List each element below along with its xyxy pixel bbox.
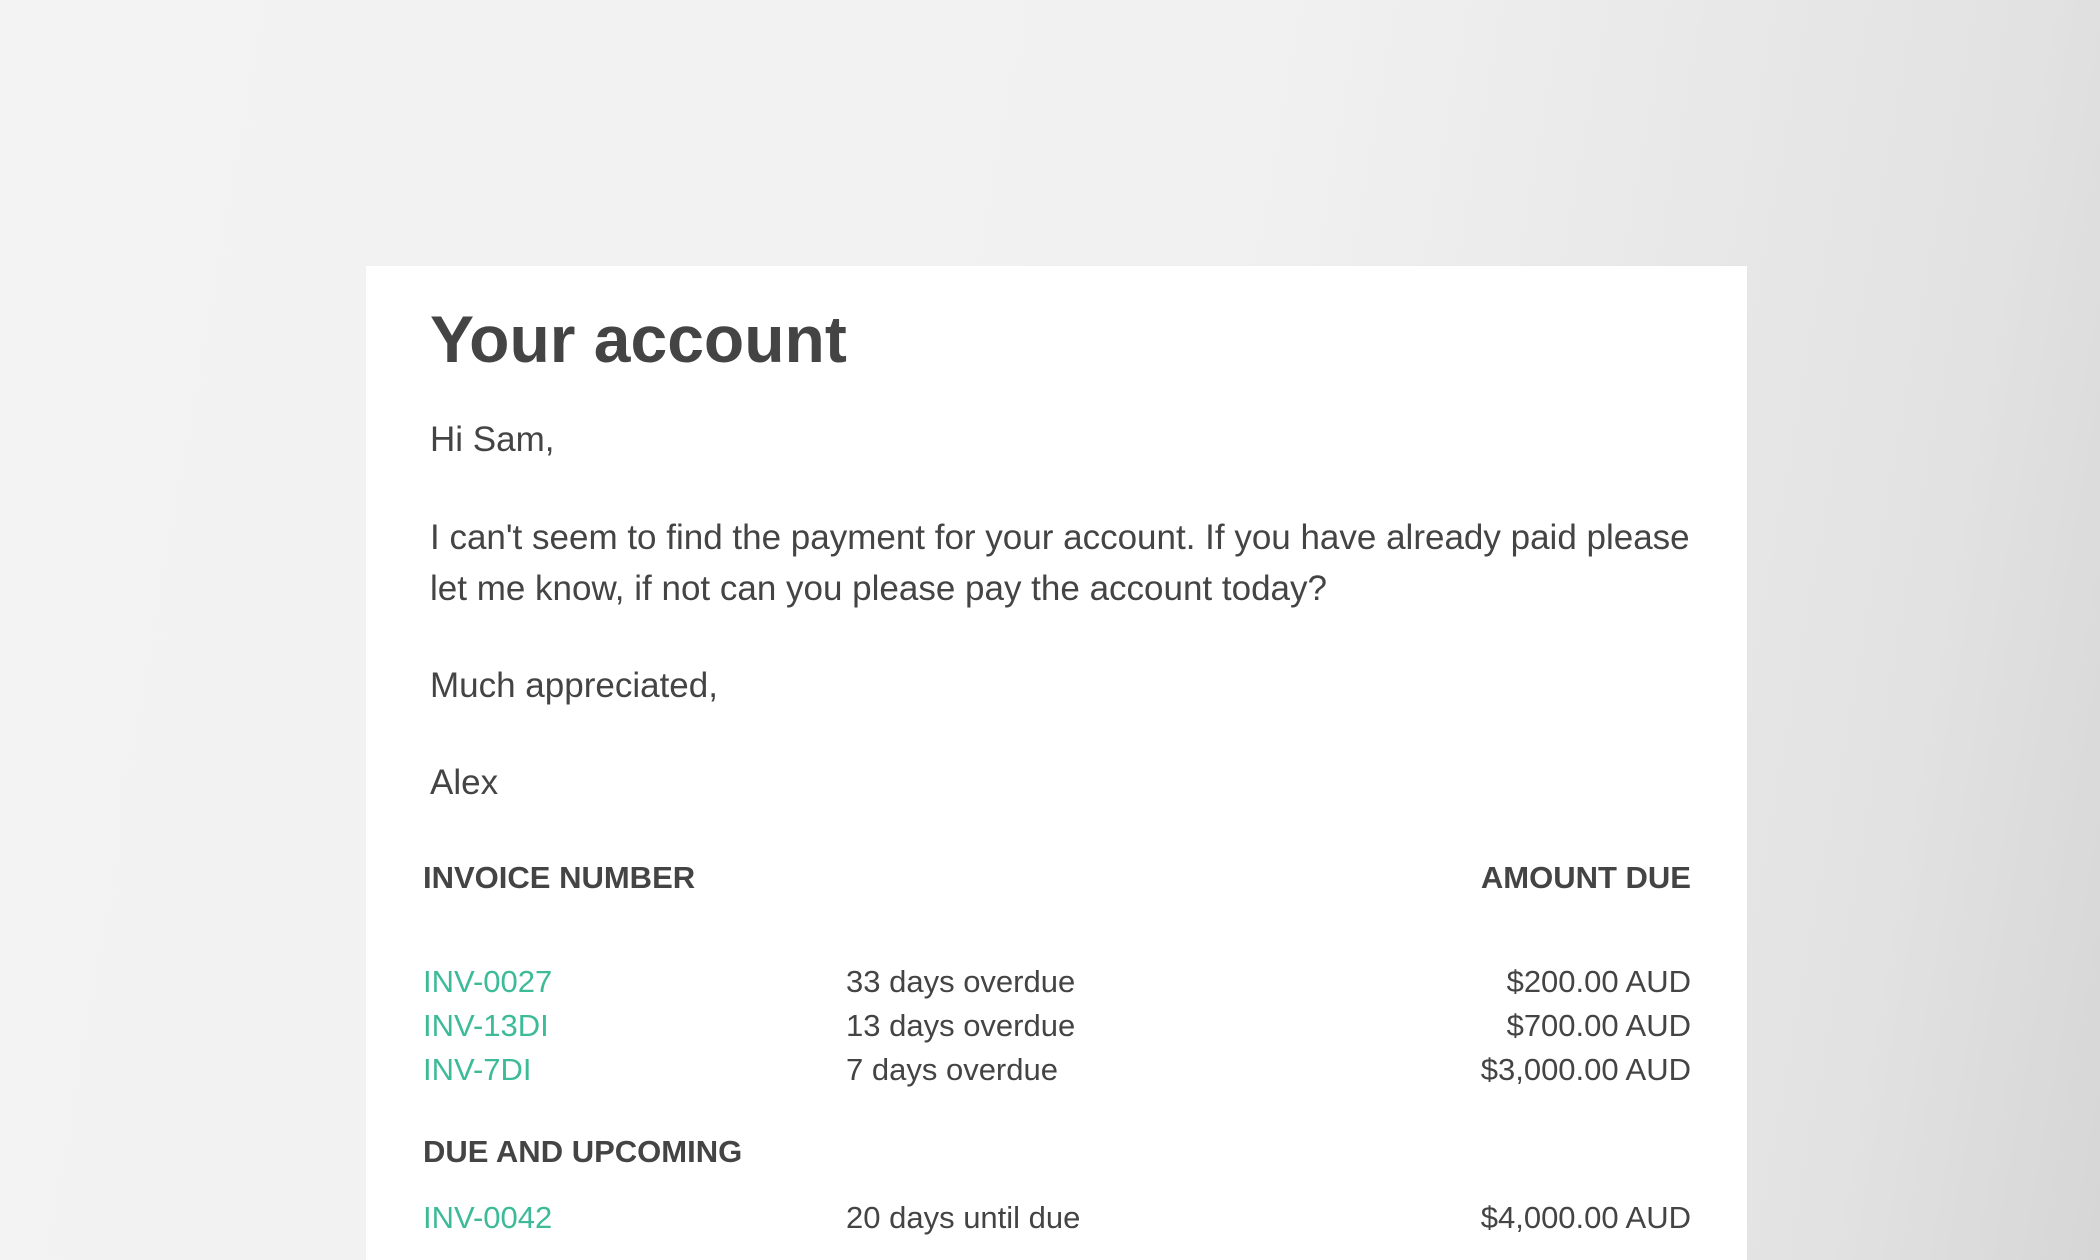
invoice-link[interactable]: INV-0027 — [423, 960, 552, 1004]
amount-due-header: AMOUNT DUE — [1480, 860, 1691, 895]
table-row: INV-0027 33 days overdue $200.00 AUD — [423, 960, 1691, 1004]
email-card: Your account Hi Sam, I can't seem to fin… — [366, 266, 1747, 1260]
table-row: INV-0042 20 days until due $4,000.00 AUD — [423, 1196, 1691, 1240]
invoice-amount: $4,000.00 AUD — [1480, 1200, 1691, 1235]
table-row: INV-13DI 13 days overdue $700.00 AUD — [423, 1004, 1691, 1048]
invoice-status: 20 days until due — [846, 1200, 1081, 1235]
invoice-number-header: INVOICE NUMBER — [423, 860, 696, 895]
invoice-link[interactable]: INV-13DI — [423, 1004, 549, 1048]
due-upcoming-header: DUE AND UPCOMING — [423, 1134, 743, 1169]
upcoming-list: INV-0042 20 days until due $4,000.00 AUD — [366, 1196, 1747, 1246]
invoice-amount: $3,000.00 AUD — [1480, 1052, 1691, 1087]
invoice-amount: $200.00 AUD — [1506, 964, 1691, 999]
greeting-text: Hi Sam, — [430, 420, 555, 459]
invoice-status: 7 days overdue — [846, 1052, 1058, 1087]
closing-text: Much appreciated, — [430, 666, 718, 705]
invoice-link[interactable]: INV-0042 — [423, 1196, 552, 1240]
invoice-amount: $700.00 AUD — [1506, 1008, 1691, 1043]
message-body: I can't seem to find the payment for you… — [430, 518, 1690, 608]
page-title: Your account — [430, 302, 847, 376]
table-row: INV-7DI 7 days overdue $3,000.00 AUD — [423, 1048, 1691, 1092]
invoice-status: 13 days overdue — [846, 1008, 1076, 1043]
signature-text: Alex — [430, 763, 499, 802]
invoice-link[interactable]: INV-7DI — [423, 1048, 532, 1092]
invoice-status: 33 days overdue — [846, 964, 1076, 999]
